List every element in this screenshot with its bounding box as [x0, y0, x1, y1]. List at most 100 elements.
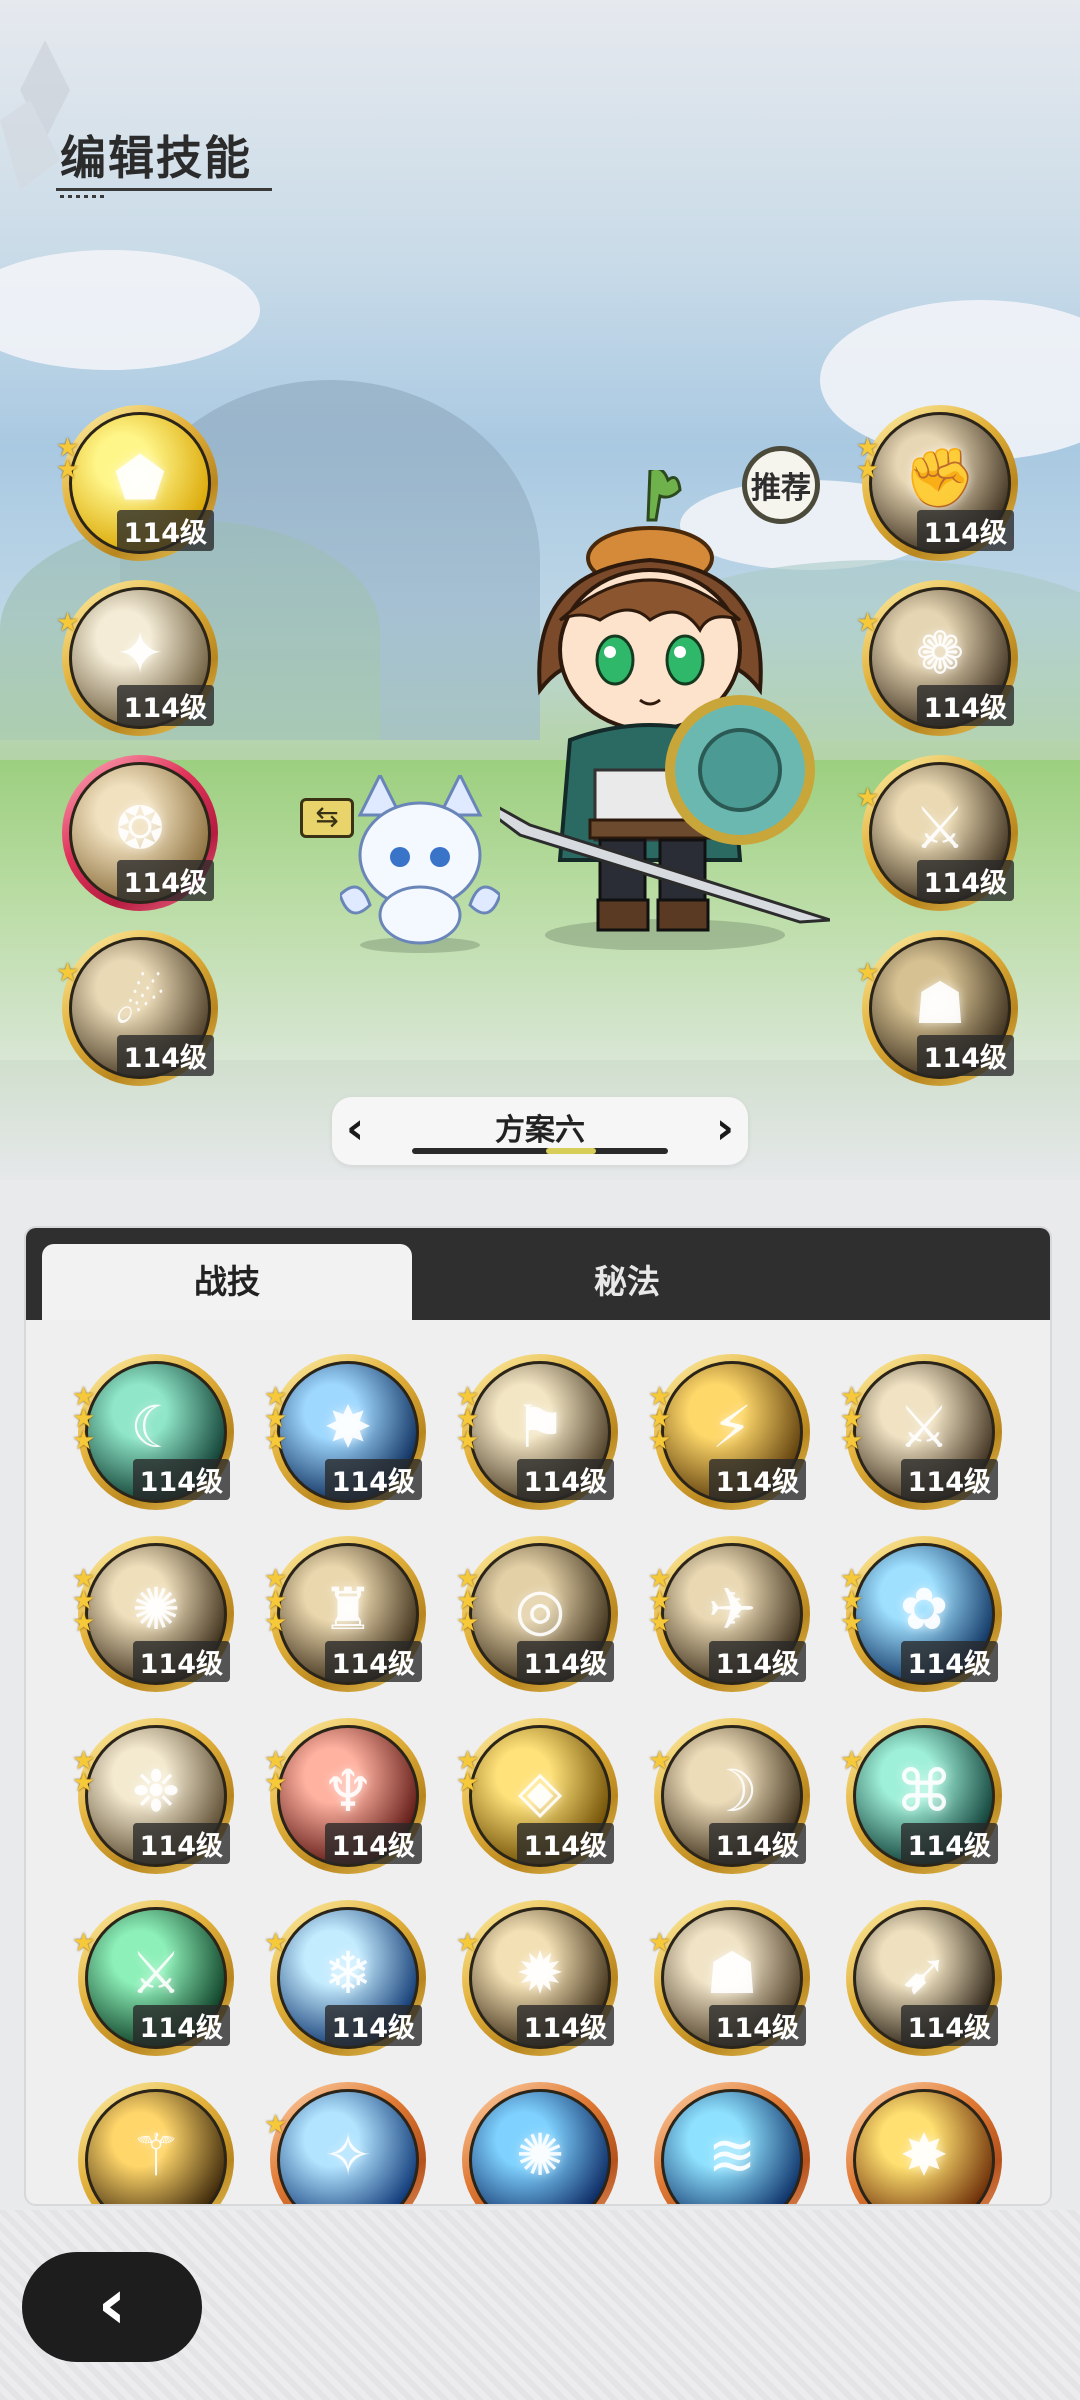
skill-level-label: 114级	[900, 1823, 998, 1864]
skill-level-label: 114级	[324, 1823, 422, 1864]
title-dots	[60, 195, 104, 198]
skill-icon[interactable]: ♜ ★ ★ ★ 114级	[264, 1536, 426, 1692]
star-rating: ★ ★ ★	[648, 1566, 674, 1636]
skill-icon[interactable]: ✧ ★	[264, 2082, 426, 2204]
star-icon: ★	[56, 608, 80, 638]
star-icon: ★	[72, 1928, 96, 1958]
skill-symbol-icon: ☾	[130, 1392, 182, 1461]
skill-icon[interactable]: ⚔ ★ 114级	[72, 1900, 234, 2056]
skill-icon[interactable]: ≋	[654, 2082, 810, 2204]
skill-symbol-icon: ⚔	[130, 1938, 182, 2007]
star-rating: ★ ★ ★	[840, 1566, 866, 1636]
skill-icon[interactable]: ⚑ ★ ★ ★ 114级	[456, 1354, 618, 1510]
tab-arcane[interactable]: 秘法	[442, 1244, 812, 1320]
tab-combat-skills[interactable]: 战技	[42, 1244, 412, 1320]
skill-icon[interactable]: ☄ ★ 114级	[56, 930, 218, 1086]
star-icon: ★	[456, 1608, 480, 1638]
skill-icon[interactable]: ✈ ★ ★ ★ 114级	[648, 1536, 810, 1692]
skill-symbol-icon: ❂	[115, 793, 165, 862]
star-icon: ★	[856, 958, 880, 988]
skill-level-label: 114级	[708, 1641, 806, 1682]
star-icon: ★	[456, 1426, 480, 1456]
skill-symbol-icon: ◎	[514, 1574, 566, 1643]
skill-icon[interactable]: ◎ ★ ★ ★ 114级	[456, 1536, 618, 1692]
skill-icon[interactable]: ☗ ★ 114级	[856, 930, 1018, 1086]
skill-symbol-icon: ⬟	[114, 443, 166, 512]
skill-art: ✸	[853, 2089, 995, 2204]
star-icon: ★	[72, 1768, 96, 1798]
skill-icon[interactable]: ⚚	[78, 2082, 234, 2204]
star-icon: ★	[264, 1608, 288, 1638]
star-rating: ★ ★ ★	[840, 1384, 866, 1454]
skill-symbol-icon: ✺	[515, 2120, 565, 2189]
skill-grid: ☾ ★ ★ ★ 114级 ✸ ★ ★ ★ 114级 ⚑ ★ ★ ★ 114级 ⚡ ★ ★ ★ 114级 ⚔ ★ ★ ★ 114级…	[26, 1320, 1050, 2204]
star-icon: ★	[840, 1426, 864, 1456]
skill-icon[interactable]: ❁ ★ 114级	[856, 580, 1018, 736]
skill-level-label: 114级	[516, 1641, 614, 1682]
star-rating: ★	[648, 1748, 674, 1774]
star-rating: ★ ★ ★	[72, 1566, 98, 1636]
star-icon: ★	[856, 783, 880, 813]
skill-symbol-icon: ☄	[114, 968, 166, 1037]
skill-icon[interactable]: ♆ ★ ★ 114级	[264, 1718, 426, 1874]
skill-level-label: 114级	[900, 1459, 998, 1500]
skill-symbol-icon: ❉	[131, 1756, 181, 1825]
skill-level-label: 114级	[916, 685, 1014, 726]
star-icon: ★	[840, 1746, 864, 1776]
skill-icon[interactable]: ⚔ ★ 114级	[856, 755, 1018, 911]
skill-art: ✺	[469, 2089, 611, 2204]
star-rating: ★	[56, 610, 82, 636]
star-icon: ★	[264, 1768, 288, 1798]
skill-icon[interactable]: ✸	[846, 2082, 1002, 2204]
skill-icon[interactable]: ✦ ★ 114级	[56, 580, 218, 736]
skill-icon[interactable]: ◈ ★ ★ 114级	[456, 1718, 618, 1874]
star-icon: ★	[856, 455, 880, 485]
skill-symbol-icon: ◈	[517, 1756, 563, 1825]
skill-icon[interactable]: ⬟ ★ ★ 114级	[56, 405, 218, 561]
skill-level-label: 114级	[116, 685, 214, 726]
skill-level-label: 114级	[916, 1035, 1014, 1076]
back-button[interactable]: ‹	[22, 2252, 202, 2362]
skill-symbol-icon: ⚡	[711, 1392, 753, 1461]
skill-icon[interactable]: ❉ ★ ★ 114级	[72, 1718, 234, 1874]
skill-level-label: 114级	[132, 1641, 230, 1682]
star-icon: ★	[72, 1608, 96, 1638]
plan-label: 方案六	[495, 1113, 585, 1148]
chevron-left-icon: ‹	[97, 2263, 127, 2345]
star-rating: ★	[856, 785, 882, 811]
skill-icon[interactable]: ⚔ ★ ★ ★ 114级	[840, 1354, 1002, 1510]
hero-character	[500, 470, 830, 950]
skill-icon[interactable]: ✺	[462, 2082, 618, 2204]
skill-symbol-icon: ⌘	[895, 1756, 953, 1825]
star-icon: ★	[648, 1928, 672, 1958]
star-icon: ★	[56, 958, 80, 988]
skill-level-label: 114级	[324, 1459, 422, 1500]
skill-level-label: 114级	[116, 860, 214, 901]
star-rating: ★ ★	[264, 1748, 290, 1796]
skill-icon[interactable]: ☾ ★ ★ ★ 114级	[72, 1354, 234, 1510]
skill-icon[interactable]: ✊ ★ ★ 114级	[856, 405, 1018, 561]
skill-icon[interactable]: ✸ ★ ★ ★ 114级	[264, 1354, 426, 1510]
skill-symbol-icon: ♜	[322, 1574, 374, 1643]
skill-icon[interactable]: ❄ ★ 114级	[264, 1900, 426, 2056]
skill-level-label: 114级	[516, 2005, 614, 2046]
skill-icon[interactable]: ☗ ★ 114级	[648, 1900, 810, 2056]
skill-icon[interactable]: ⌘ ★ 114级	[840, 1718, 1002, 1874]
pet-companion	[340, 775, 500, 953]
skill-icon[interactable]: ❂ 114级	[62, 755, 218, 911]
skill-icon[interactable]: ☽ ★ 114级	[648, 1718, 810, 1874]
skill-tabs: 战技 秘法	[26, 1228, 1050, 1320]
skill-icon[interactable]: ✿ ★ ★ ★ 114级	[840, 1536, 1002, 1692]
skill-icon[interactable]: ✺ ★ ★ ★ 114级	[72, 1536, 234, 1692]
skill-icon[interactable]: ⚡ ★ ★ ★ 114级	[648, 1354, 810, 1510]
skill-icon[interactable]: ➹ 114级	[846, 1900, 1002, 2056]
skill-symbol-icon: ✦	[115, 618, 165, 687]
skill-panel: 战技 秘法 ☾ ★ ★ ★ 114级 ✸ ★ ★ ★ 114级 ⚑ ★ ★ ★ 114级 ⚡ ★ ★ ★ 114级 ⚔ ★…	[24, 1226, 1052, 2206]
skill-symbol-icon: ❄	[323, 1938, 373, 2007]
star-icon: ★	[456, 1928, 480, 1958]
star-rating: ★ ★ ★	[72, 1384, 98, 1454]
chevron-right-icon[interactable]: ›	[716, 1107, 734, 1151]
skill-level-label: 114级	[516, 1823, 614, 1864]
skill-icon[interactable]: ✹ ★ 114级	[456, 1900, 618, 2056]
star-icon: ★	[72, 1426, 96, 1456]
